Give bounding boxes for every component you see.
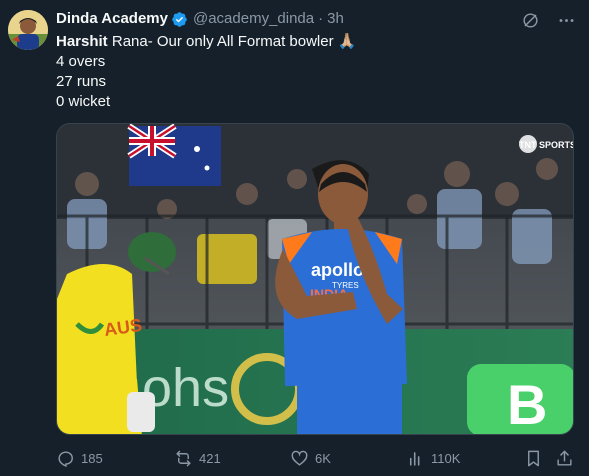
- post-timestamp[interactable]: 3h: [327, 9, 344, 29]
- share-button[interactable]: [555, 446, 574, 470]
- board-text: ohs: [142, 358, 229, 418]
- post-line-2: 4 overs: [56, 53, 106, 70]
- flag: [127, 124, 221, 186]
- like-count: 6K: [315, 450, 331, 466]
- post-line-1: Harshit Rana- Our only All Format bowler…: [56, 32, 356, 52]
- like-button[interactable]: 6K: [290, 446, 331, 470]
- post-text: Harshit Rana- Our only All Format bowler…: [56, 32, 356, 112]
- broadcaster-text: TNT SPORTS: [519, 140, 574, 150]
- post-image[interactable]: ohs B AUS apollo TYRES INDIA TNT SPORTS: [56, 123, 574, 435]
- post-highlight-name: Harshit: [56, 33, 108, 50]
- separator-dot: ·: [318, 10, 324, 27]
- action-bar: 185 421 6K 110K: [56, 446, 578, 470]
- author-handle[interactable]: @academy_dinda: [193, 9, 314, 29]
- post-line-4: 0 wicket: [56, 93, 111, 110]
- reply-icon: [58, 450, 73, 467]
- bookmark-button[interactable]: [524, 446, 543, 470]
- post-line-1-text: Rana- Our only All Format bowler 🙏🏼: [107, 33, 357, 50]
- grok-icon[interactable]: [519, 9, 541, 31]
- repost-button[interactable]: 421: [174, 446, 221, 470]
- bookmark-icon: [528, 450, 539, 466]
- jersey-sponsor: apollo: [311, 260, 364, 280]
- views-count: 110K: [431, 450, 461, 466]
- views-icon: [409, 451, 420, 466]
- author-name[interactable]: Dinda Academy: [56, 9, 168, 29]
- repost-count: 421: [199, 450, 221, 466]
- verified-badge-icon: [171, 11, 188, 28]
- post-line-3: 27 runs: [56, 73, 107, 90]
- like-icon: [291, 450, 308, 466]
- reply-count: 185: [81, 450, 103, 466]
- repost-icon: [176, 450, 191, 466]
- more-icon[interactable]: [555, 9, 577, 31]
- share-icon: [557, 450, 572, 466]
- views-button[interactable]: 110K: [406, 446, 460, 470]
- avatar[interactable]: [8, 10, 48, 50]
- tweet[interactable]: Dinda Academy @academy_dinda · 3h Harshi…: [0, 0, 589, 476]
- reply-button[interactable]: 185: [56, 446, 103, 470]
- board-letter: B: [507, 373, 547, 435]
